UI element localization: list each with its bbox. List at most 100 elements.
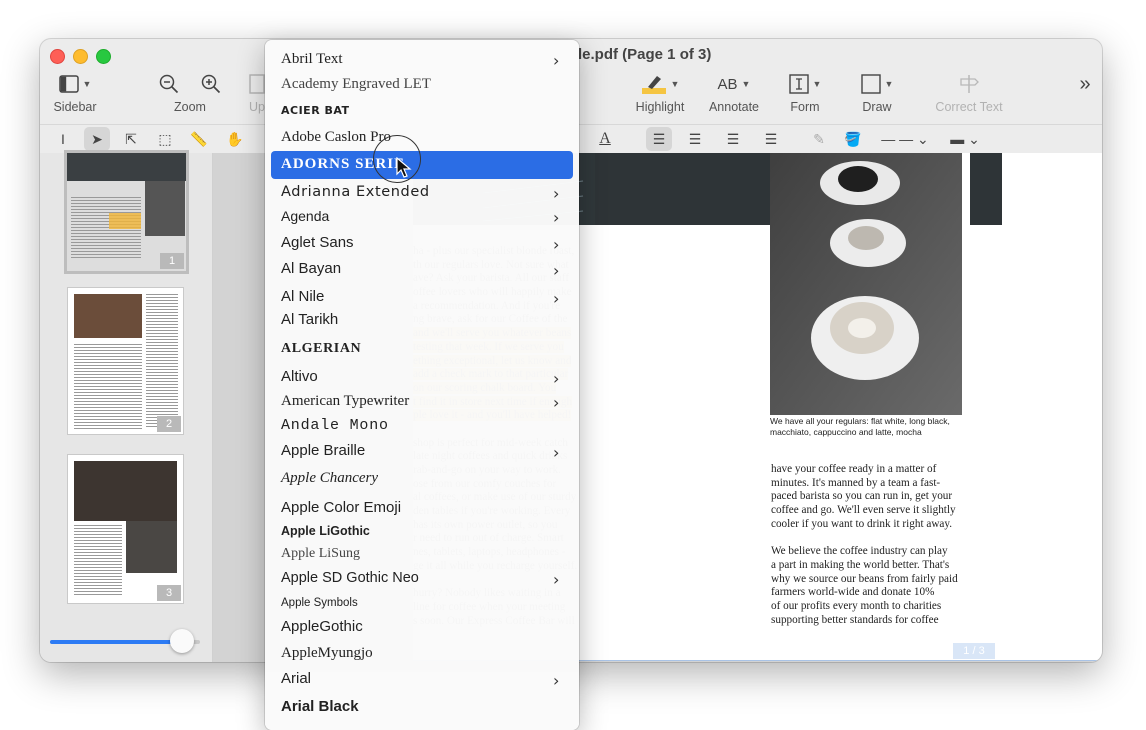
chevron-right-icon: ›: [553, 261, 560, 280]
chevron-right-icon: ›: [553, 671, 560, 690]
thumbnail-sidebar: 1 2 3: [40, 153, 213, 662]
correct-text-button[interactable]: Correct Text: [928, 69, 1010, 114]
chevron-right-icon: ›: [553, 51, 560, 70]
annotate-icon: AB: [717, 75, 738, 93]
font-family-menu[interactable]: Abril Text › Academy Engraved LET ACIER BAT…: [265, 40, 579, 730]
font-menu-item[interactable]: Agenda: [281, 204, 329, 228]
align-left-icon: ☰: [652, 130, 666, 147]
close-window-button[interactable]: [50, 49, 65, 64]
pen-tool[interactable]: ✎: [806, 127, 832, 151]
text-line: coffee and go. We'll even serve it sligh…: [771, 504, 956, 517]
font-menu-item[interactable]: Apple Chancery: [281, 466, 378, 490]
border-style-tool[interactable]: ▬ ⌄: [940, 127, 990, 151]
text-line: We believe the coffee industry can play: [771, 545, 948, 558]
font-menu-item[interactable]: Al Nile: [281, 285, 324, 309]
justify-button[interactable]: ☰: [758, 127, 784, 151]
font-menu-item[interactable]: Apple Color Emoji: [281, 496, 401, 520]
slider-knob[interactable]: [170, 629, 194, 653]
sidebar-label: Sidebar: [53, 100, 97, 114]
sidebar-button[interactable]: ▼ Sidebar: [52, 69, 98, 114]
text-line: [771, 531, 958, 545]
form-label: Form: [790, 100, 820, 114]
font-menu-item[interactable]: Apple LiGothic: [281, 519, 370, 543]
font-menu-item[interactable]: Aglet Sans: [281, 231, 354, 255]
font-menu-item[interactable]: Apple SD Gothic Neo: [281, 566, 419, 590]
rect-select-tool[interactable]: ⬚: [152, 127, 178, 151]
solid-line-icon: ▬ ⌄: [950, 130, 980, 147]
highlight-button[interactable]: ▼ Highlight: [630, 69, 690, 114]
signpost-icon: [960, 75, 979, 93]
zoom-control: Zoom: [152, 69, 228, 114]
chevron-right-icon: ›: [553, 208, 560, 227]
coffee-cups-photo: [770, 153, 962, 415]
form-button[interactable]: ▼ Form: [778, 69, 832, 114]
annotate-button[interactable]: AB ▼ Annotate: [704, 69, 764, 115]
line-style-tool[interactable]: — — ⌄: [876, 127, 934, 151]
font-menu-item[interactable]: Andale Mono: [281, 414, 389, 438]
traffic-lights: [50, 49, 111, 64]
font-menu-item[interactable]: AppleMyungjo: [281, 641, 373, 665]
font-menu-item[interactable]: ALGERIAN: [281, 337, 361, 361]
page-number: 1: [160, 253, 184, 269]
highlighter-icon: [641, 76, 666, 94]
chevron-right-icon: ›: [553, 184, 560, 203]
select-tool[interactable]: ⇱: [118, 127, 144, 151]
draw-button[interactable]: ▼ Draw: [850, 69, 904, 114]
text-line: cooler if you want to drink it right awa…: [771, 517, 953, 530]
zoom-label: Zoom: [174, 100, 206, 114]
font-menu-item[interactable]: Altivo: [281, 365, 318, 389]
measure-tool[interactable]: 📏: [186, 127, 212, 151]
minimize-window-button[interactable]: [73, 49, 88, 64]
align-center-button[interactable]: ☰: [682, 127, 708, 151]
pointer-outline-icon: ⇱: [125, 130, 137, 147]
dashed-rect-icon: ⬚: [158, 130, 172, 147]
text-select-tool[interactable]: I: [50, 127, 76, 151]
ruler-icon: 📏: [190, 130, 208, 147]
align-left-button[interactable]: ☰: [646, 127, 672, 151]
highlight-label: Highlight: [635, 100, 685, 114]
page-number: 3: [157, 585, 181, 601]
fullscreen-window-button[interactable]: [96, 49, 111, 64]
arrow-cursor-icon: ➤: [91, 130, 103, 147]
right-text-column[interactable]: have your coffee ready in a matter of min…: [771, 463, 958, 627]
font-menu-item[interactable]: Apple Symbols: [281, 591, 358, 615]
align-right-button[interactable]: ☰: [720, 127, 746, 151]
zoom-in-icon[interactable]: [201, 74, 221, 94]
font-menu-item[interactable]: Apple Braille: [281, 439, 365, 463]
font-menu-item[interactable]: Al Bayan: [281, 257, 341, 281]
font-menu-item[interactable]: Al Tarikh: [281, 308, 338, 332]
dashed-line-icon: — — ⌄: [881, 130, 929, 147]
sidebar-icon: [58, 75, 79, 93]
correct-text-label: Correct Text: [935, 100, 1003, 114]
font-menu-item[interactable]: ACIER BAT: [281, 99, 350, 123]
font-menu-item[interactable]: AppleGothic: [281, 615, 363, 639]
more-toolbar-button[interactable]: »: [1074, 69, 1096, 99]
font-menu-item[interactable]: Arial Black: [281, 695, 359, 719]
font-menu-item[interactable]: Academy Engraved LET: [281, 72, 431, 96]
chevron-right-icon: ›: [553, 289, 560, 308]
font-color-icon: A: [599, 130, 611, 147]
font-menu-item[interactable]: American Typewriter: [281, 389, 409, 413]
paint-bucket-icon: 🪣: [844, 130, 862, 147]
fill-color-tool[interactable]: 🪣: [840, 127, 866, 151]
font-menu-item[interactable]: Abril Text: [281, 47, 343, 71]
font-menu-item[interactable]: Adrianna Extended: [281, 180, 430, 204]
page-indicator: 1 / 3: [953, 643, 995, 659]
text-line: minutes. It's manned by a team a fast-: [771, 476, 941, 489]
font-color-tool[interactable]: A: [592, 127, 618, 151]
chevron-right-icon: ›: [553, 369, 560, 388]
chevron-double-right-icon: »: [1079, 72, 1091, 95]
header-photo-edge: [970, 153, 1002, 225]
text-line: supporting better standards for coffee: [771, 613, 939, 626]
font-menu-item[interactable]: Arial: [281, 667, 311, 691]
page-thumbnail[interactable]: 2: [68, 288, 183, 434]
font-menu-item[interactable]: Adobe Caslon Pro: [281, 125, 391, 149]
pointer-tool[interactable]: ➤: [84, 127, 110, 151]
hand-tool[interactable]: ✋: [222, 127, 248, 151]
shape-icon: [860, 74, 881, 94]
page-thumbnail[interactable]: 3: [68, 455, 183, 603]
page-thumbnail[interactable]: 1: [67, 153, 186, 271]
text-line: farmers world-wide and donate 10%: [771, 586, 935, 599]
zoom-out-icon[interactable]: [159, 74, 179, 94]
font-menu-item[interactable]: Apple LiSung: [281, 542, 360, 566]
